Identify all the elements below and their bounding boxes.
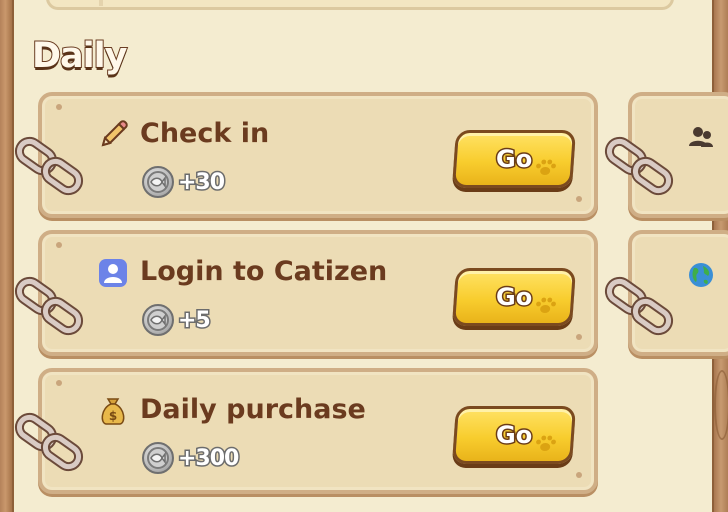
previous-section-card xyxy=(46,0,674,10)
reward: +5 xyxy=(142,304,213,336)
people-icon xyxy=(689,127,713,147)
go-label: Go xyxy=(494,144,533,175)
chain-link-icon xyxy=(14,276,84,336)
rivet xyxy=(576,196,582,202)
chain-link-icon xyxy=(604,276,674,336)
rivet xyxy=(56,380,62,386)
fish-coin-icon xyxy=(142,304,174,336)
go-button[interactable]: Go xyxy=(451,406,577,464)
paw-icon xyxy=(536,159,556,175)
user-app-icon xyxy=(99,259,127,287)
svg-text:$: $ xyxy=(109,409,117,423)
task-label: Check in xyxy=(140,118,270,149)
reward-amount: +5 xyxy=(177,306,213,334)
rivet xyxy=(576,472,582,478)
reward-amount: +300 xyxy=(176,444,240,472)
reward-amount: +30 xyxy=(176,168,226,196)
section-title: Daily xyxy=(31,35,128,77)
reward: +30 xyxy=(142,166,227,198)
rivet xyxy=(56,104,62,110)
go-label: Go xyxy=(494,420,533,451)
wood-knot xyxy=(714,370,728,440)
fish-coin-icon xyxy=(142,442,174,474)
reward: +300 xyxy=(142,442,241,474)
go-label: Go xyxy=(494,282,533,313)
task-card-login: Login to Catizen +5 Go xyxy=(38,230,598,356)
go-button[interactable]: Go xyxy=(451,130,577,188)
globe-icon xyxy=(689,263,713,287)
pencil-icon xyxy=(101,120,128,147)
go-button[interactable]: Go xyxy=(451,268,577,326)
fish-coin-icon xyxy=(142,166,174,198)
money-bag-icon: $ xyxy=(101,398,125,425)
rivet xyxy=(576,334,582,340)
chain-link-icon xyxy=(14,136,84,196)
task-label: Login to Catizen xyxy=(140,256,388,287)
chain-link-icon xyxy=(604,136,674,196)
paw-icon xyxy=(536,297,556,313)
rivet xyxy=(56,242,62,248)
divider xyxy=(99,0,103,6)
chain-link-icon xyxy=(14,412,84,472)
task-label: Daily purchase xyxy=(140,394,366,425)
left-frame xyxy=(0,0,14,512)
task-card-daily-purchase: $ Daily purchase +300 Go xyxy=(38,368,598,494)
task-card-check-in: Check in +30 Go xyxy=(38,92,598,218)
paw-icon xyxy=(536,435,556,451)
